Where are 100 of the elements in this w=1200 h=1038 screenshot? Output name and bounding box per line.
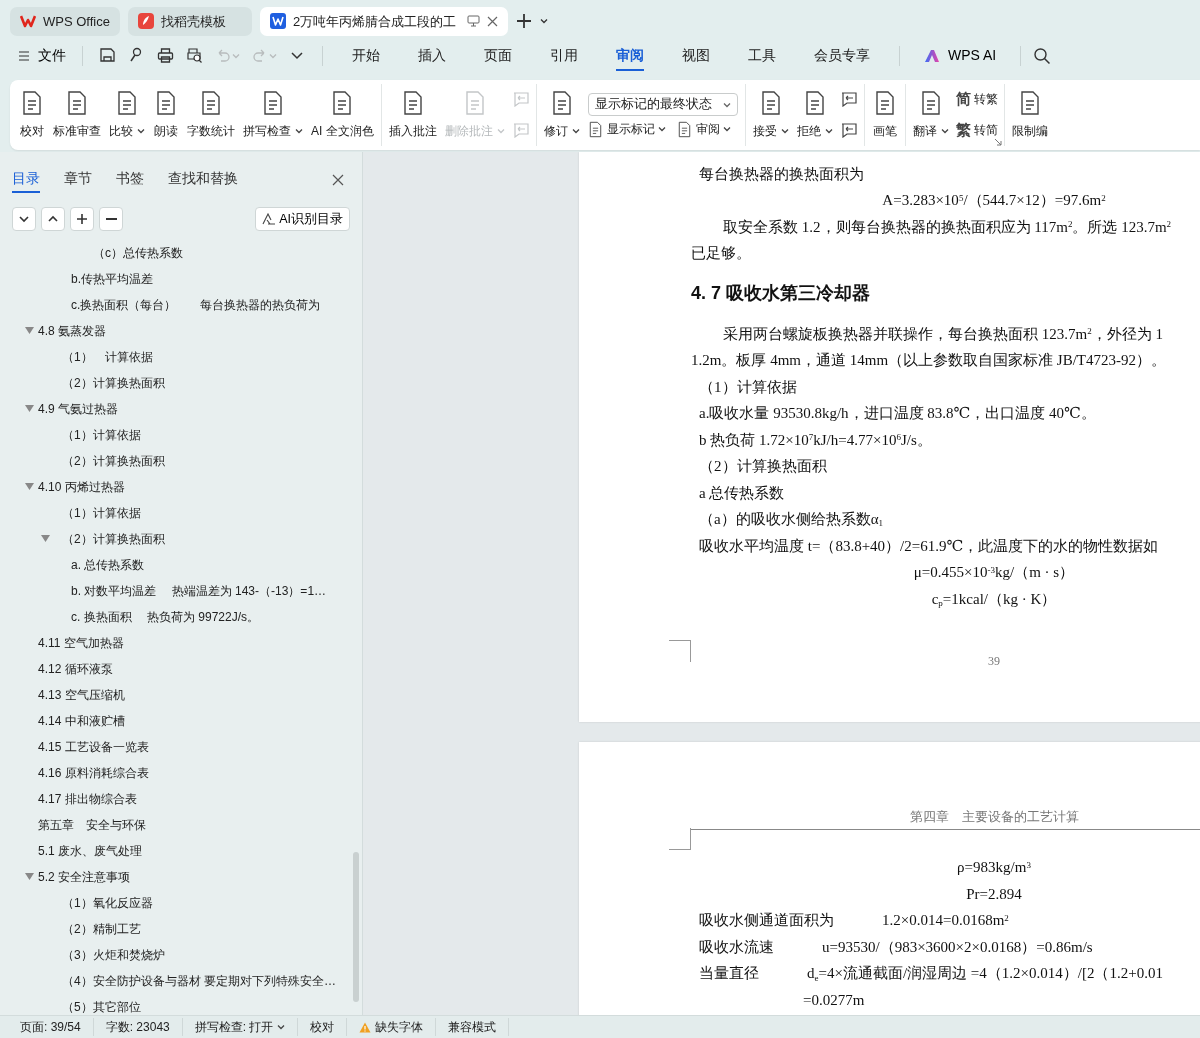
text-line: （2）计算换热面积: [698, 457, 828, 477]
plus-icon[interactable]: [516, 13, 532, 30]
ribbon-tab[interactable]: 插入: [418, 40, 446, 71]
text-line: 采用两台螺旋板换热器并联操作，每台换热面积 123.7m$^{2}$，外径为 1: [722, 324, 1164, 344]
outline-item[interactable]: （4）安全防护设备与器材 要定期对下列特殊安全…: [0, 968, 362, 995]
ribbon-tab[interactable]: 引用: [550, 40, 578, 71]
ribbon-tab[interactable]: 开始: [352, 40, 380, 71]
caret-icon: [137, 127, 145, 134]
expand-all-button[interactable]: [12, 207, 36, 232]
ribbon-button[interactable]: 拼写检查: [239, 83, 307, 146]
ribbon-button[interactable]: 限制编: [1007, 83, 1052, 146]
text-line: ρ=983kg/m$^{3}$: [956, 858, 1032, 878]
outline-item[interactable]: （1）氧化反应器: [0, 890, 362, 917]
ribbon-button[interactable]: 拒绝: [792, 83, 837, 146]
outline-item[interactable]: 4.17 排出物综合表: [0, 786, 362, 813]
triangle-down-icon[interactable]: [25, 873, 34, 882]
outline-item[interactable]: 4.16 原料消耗综合表: [0, 760, 362, 787]
triangle-down-icon[interactable]: [25, 327, 34, 336]
crop-mark: [669, 827, 691, 850]
panel-tab[interactable]: 目录: [12, 166, 40, 194]
ribbon-button[interactable]: 繁 转简: [952, 117, 1001, 144]
ribbon-button[interactable]: 简 转繁: [952, 86, 1001, 113]
ribbon-button[interactable]: 比较: [105, 83, 149, 146]
outline-item[interactable]: 4.12 循环液泵: [0, 656, 362, 683]
comment-arrow-icon[interactable]: [839, 91, 858, 108]
ribbon-tab[interactable]: 审阅: [616, 40, 644, 71]
wps-ai-button[interactable]: WPS AI: [920, 43, 1001, 69]
triangle-down-icon[interactable]: [25, 483, 34, 492]
collapse-all-button[interactable]: [41, 207, 65, 232]
add-heading-button[interactable]: [70, 207, 94, 232]
ribbon-button[interactable]: 校对: [15, 83, 49, 146]
outline-item[interactable]: （1）计算依据: [0, 500, 362, 527]
browser-tab[interactable]: 找稻壳模板: [128, 6, 252, 36]
ai-toc-button[interactable]: AI识别目录: [255, 206, 350, 232]
outline-item[interactable]: 4.14 中和液贮槽: [0, 708, 362, 735]
print-icon[interactable]: [157, 47, 174, 65]
caret-icon: [295, 127, 303, 134]
outline-item[interactable]: 第五章 安全与环保: [0, 812, 362, 839]
ribbon-tab[interactable]: 工具: [748, 40, 776, 71]
outline-item[interactable]: （1） 计算依据: [0, 344, 362, 371]
ribbon-button[interactable]: 接受: [748, 83, 793, 146]
outline-item[interactable]: c.换热面积（每台） 每台换热器的热负荷为: [0, 292, 362, 319]
file-menu[interactable]: 文件: [14, 43, 70, 69]
triangle-down-icon[interactable]: [41, 535, 50, 544]
outline-item[interactable]: （2）精制工艺: [0, 916, 362, 943]
outline-item[interactable]: b.传热平均温差: [0, 266, 362, 293]
text-line: μ=0.455×10$^{-3}$kg/（m · s）: [912, 563, 1076, 583]
outline-item[interactable]: 4.11 空气加热器: [0, 630, 362, 657]
caret-icon: [722, 126, 731, 133]
panel-tab[interactable]: 书签: [116, 166, 144, 194]
ribbon-button[interactable]: 朗读: [149, 83, 183, 146]
ribbon-button[interactable]: 字数统计: [183, 83, 239, 146]
ribbon-button[interactable]: 插入批注: [384, 83, 441, 146]
outline-item[interactable]: c. 换热面积 热负荷为 99722J/s。: [0, 604, 362, 631]
close-icon[interactable]: [487, 15, 498, 27]
expand-corner-icon[interactable]: [993, 137, 1002, 146]
outline-item[interactable]: （2）计算换热面积: [0, 448, 362, 475]
caret-icon: [496, 127, 505, 134]
outline-item[interactable]: （5）其它部位: [0, 994, 362, 1016]
browser-tab[interactable]: WPS Office: [10, 6, 120, 36]
ribbon-button[interactable]: 标准审查: [49, 83, 105, 146]
ribbon-button[interactable]: AI 全文润色: [307, 83, 378, 146]
ribbon-button[interactable]: 审阅: [672, 118, 734, 141]
browser-tab[interactable]: 2万吨年丙烯腈合成工段的工: [260, 6, 508, 36]
status-button[interactable]: 缺失字体: [347, 1018, 437, 1036]
print-preview-icon[interactable]: [186, 47, 203, 65]
ribbon-button[interactable]: 翻译: [908, 83, 953, 146]
ribbon-button[interactable]: 显示标记: [583, 118, 669, 141]
outline-item[interactable]: 4.8 氨蒸发器: [0, 318, 362, 345]
status-button[interactable]: 拼写检查: 打开: [182, 1018, 299, 1036]
outline-item[interactable]: 4.13 空气压缩机: [0, 682, 362, 709]
monitor-icon: [467, 15, 480, 28]
outline-item[interactable]: （2）计算换热面积: [0, 526, 362, 553]
outline-item[interactable]: 5.2 安全注意事项: [0, 864, 362, 891]
markup-select[interactable]: 显示标记的最终状态: [587, 93, 738, 117]
panel-tab[interactable]: 章节: [64, 166, 92, 194]
save-icon[interactable]: [99, 47, 116, 65]
ribbon-tab[interactable]: 会员专享: [814, 40, 870, 71]
ribbon-button[interactable]: 画笔: [867, 83, 902, 146]
outline-item[interactable]: 5.1 废水、废气处理: [0, 838, 362, 865]
outline-item[interactable]: （c）总传热系数: [0, 240, 362, 267]
comment-arrow-icon[interactable]: [839, 122, 858, 139]
search-icon[interactable]: [1033, 46, 1052, 65]
panel-tab[interactable]: 查找和替换: [168, 166, 238, 194]
outline-item[interactable]: （3）火炬和焚烧炉: [0, 942, 362, 969]
ribbon-tab[interactable]: 视图: [682, 40, 710, 71]
scrollbar-thumb[interactable]: [353, 851, 359, 1002]
outline-item[interactable]: b. 对数平均温差 热端温差为 143-（-13）=1…: [0, 578, 362, 605]
close-icon[interactable]: [332, 173, 344, 186]
outline-item[interactable]: 4.10 丙烯过热器: [0, 474, 362, 501]
remove-heading-button[interactable]: [99, 207, 123, 232]
caret-icon: [824, 127, 833, 134]
outline-item[interactable]: a. 总传热系数: [0, 552, 362, 579]
ribbon-button[interactable]: 修订: [539, 83, 584, 146]
outline-item[interactable]: 4.15 工艺设备一览表: [0, 734, 362, 761]
ribbon-tab[interactable]: 页面: [484, 40, 512, 71]
triangle-down-icon[interactable]: [25, 405, 34, 414]
outline-item[interactable]: 4.9 气氨过热器: [0, 396, 362, 423]
outline-item[interactable]: （1）计算依据: [0, 422, 362, 449]
outline-item[interactable]: （2）计算换热面积: [0, 370, 362, 397]
